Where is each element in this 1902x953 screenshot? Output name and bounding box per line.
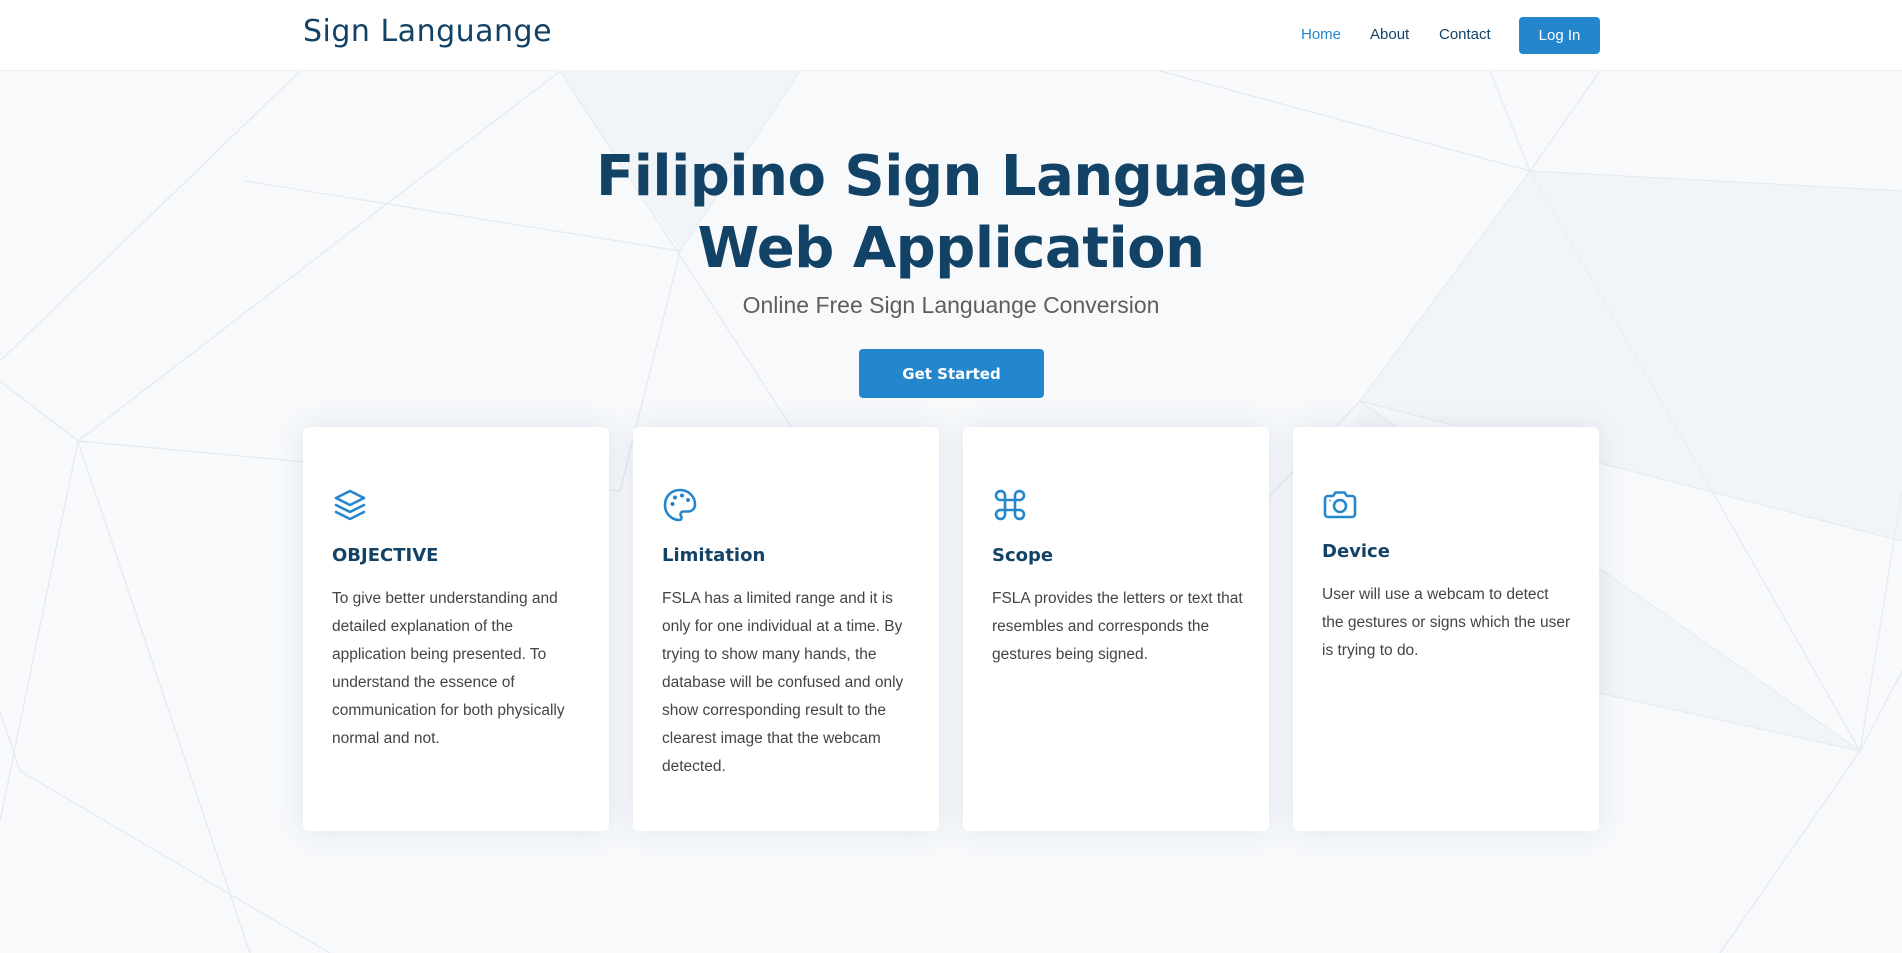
command-icon [992,487,1028,523]
hero-title-line-1: Filipino Sign Language [595,144,1307,209]
card-title: OBJECTIVE [332,545,439,566]
palette-icon [662,487,698,523]
feature-card-limitation: Limitation FSLA has a limited range and … [633,427,939,831]
nav-contact-link[interactable]: Contact [1439,26,1491,43]
site-header: Sign Languange Home About Contact Log In [0,0,1902,71]
card-title: Scope [992,545,1054,566]
hero-subtitle: Online Free Sign Languange Conversion [742,292,1160,318]
card-title: Limitation [662,545,766,566]
feature-card-objective: OBJECTIVE To give better understanding a… [303,427,609,831]
card-description: To give better understanding and detaile… [332,590,565,747]
feature-card-scope: Scope FSLA provides the letters or text … [963,427,1269,831]
hero-section: Filipino Sign Language Web Application O… [0,71,1902,953]
login-button[interactable]: Log In [1519,17,1600,54]
get-started-button[interactable]: Get Started [859,349,1044,398]
camera-icon [1322,487,1358,523]
layers-icon [332,487,368,523]
feature-card-device: Device User will use a webcam to detect … [1293,427,1599,831]
nav-about-link[interactable]: About [1370,26,1409,43]
hero-title: Filipino Sign Language Web Application [451,141,1451,285]
card-description: User will use a webcam to detect the ges… [1322,586,1571,659]
card-title: Device [1322,541,1390,562]
card-description: FSLA provides the letters or text that r… [992,590,1243,663]
main-nav: Home About Contact Log In [0,17,1902,55]
hero-title-line-2: Web Application [697,216,1205,281]
nav-home-link[interactable]: Home [1301,26,1341,43]
card-description: FSLA has a limited range and it is only … [662,590,904,775]
